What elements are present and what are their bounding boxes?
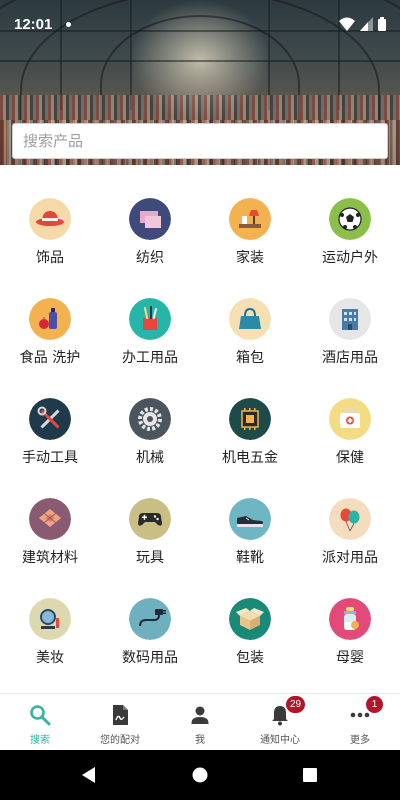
cell-signal-icon bbox=[360, 17, 373, 31]
category-toys[interactable]: 玩具 bbox=[100, 465, 200, 566]
category-label: 鞋靴 bbox=[236, 550, 264, 566]
category-building-materials[interactable]: 建筑材料 bbox=[0, 465, 100, 566]
home-circle-icon bbox=[192, 767, 208, 783]
category-label: 数码用品 bbox=[122, 650, 178, 666]
category-packaging[interactable]: 包装 bbox=[200, 565, 300, 666]
nav-me[interactable]: 我 bbox=[160, 694, 240, 750]
battery-icon bbox=[378, 17, 386, 31]
notification-count-badge: 29 bbox=[286, 696, 306, 713]
category-office-supplies[interactable]: 办工用品 bbox=[100, 265, 200, 366]
recents-square-icon bbox=[303, 768, 317, 782]
nav-search-label: 搜索 bbox=[30, 735, 50, 746]
category-label: 保健 bbox=[336, 450, 364, 466]
back-triangle-icon bbox=[82, 767, 95, 783]
bottom-navigation: 搜索 您的配对 我 29 通知中心 1 更多 bbox=[0, 693, 400, 750]
category-label: 办工用品 bbox=[122, 350, 178, 366]
category-label: 纺织 bbox=[136, 250, 164, 266]
category-label: 母婴 bbox=[336, 650, 364, 666]
notification-dot-icon bbox=[66, 22, 71, 27]
category-label: 包装 bbox=[236, 650, 264, 666]
mirror-icon bbox=[29, 598, 71, 640]
category-cosmetics[interactable]: 美妆 bbox=[0, 565, 100, 666]
home-button[interactable] bbox=[170, 750, 230, 800]
category-label: 建筑材料 bbox=[22, 550, 78, 566]
category-label: 玩具 bbox=[136, 550, 164, 566]
handbag-icon bbox=[229, 298, 271, 340]
gear-icon bbox=[129, 398, 171, 440]
category-label: 酒店用品 bbox=[322, 350, 378, 366]
status-time: 12:01 bbox=[14, 16, 53, 33]
home-decor-icon bbox=[229, 198, 271, 240]
system-navigation-bar bbox=[0, 750, 400, 800]
nav-more[interactable]: 1 更多 bbox=[320, 694, 400, 750]
hat-icon bbox=[29, 198, 71, 240]
nav-me-label: 我 bbox=[195, 735, 205, 746]
category-digital-products[interactable]: 数码用品 bbox=[100, 565, 200, 666]
balloons-icon bbox=[329, 498, 371, 540]
category-label: 家装 bbox=[236, 250, 264, 266]
wifi-icon bbox=[339, 17, 355, 31]
chip-icon bbox=[229, 398, 271, 440]
category-food-care[interactable]: 食品 洗护 bbox=[0, 265, 100, 366]
category-label: 手动工具 bbox=[22, 450, 78, 466]
back-button[interactable] bbox=[58, 750, 118, 800]
baby-bottle-icon bbox=[329, 598, 371, 640]
groceries-icon bbox=[29, 298, 71, 340]
category-mother-baby[interactable]: 母婴 bbox=[300, 565, 400, 666]
person-icon bbox=[191, 706, 209, 724]
category-home-decor[interactable]: 家装 bbox=[200, 165, 300, 266]
category-hotel-supplies[interactable]: 酒店用品 bbox=[300, 265, 400, 366]
nav-notification-center[interactable]: 29 通知中心 bbox=[240, 694, 320, 750]
category-label: 机械 bbox=[136, 450, 164, 466]
category-sports-outdoor[interactable]: 运动户外 bbox=[300, 165, 400, 266]
category-label: 饰品 bbox=[36, 250, 64, 266]
category-party-supplies[interactable]: 派对用品 bbox=[300, 465, 400, 566]
category-label: 运动户外 bbox=[322, 250, 378, 266]
category-label: 派对用品 bbox=[322, 550, 378, 566]
pen-holder-icon bbox=[129, 298, 171, 340]
nav-notification-center-label: 通知中心 bbox=[260, 735, 300, 746]
category-health[interactable]: 保健 bbox=[300, 365, 400, 466]
nav-your-matches-label: 您的配对 bbox=[100, 735, 140, 746]
nav-more-label: 更多 bbox=[350, 735, 370, 746]
category-grid: 饰品 纺织 家装 运动户外 食品 洗护 办工用品 箱包 酒店用品 手动工具 机械… bbox=[0, 165, 400, 693]
category-label: 美妆 bbox=[36, 650, 64, 666]
category-label: 箱包 bbox=[236, 350, 264, 366]
search-icon bbox=[30, 705, 51, 726]
document-icon bbox=[113, 705, 128, 725]
first-aid-kit-icon bbox=[329, 398, 371, 440]
search-input[interactable]: 搜索产品 bbox=[12, 123, 388, 159]
soccer-ball-icon bbox=[329, 198, 371, 240]
plug-icon bbox=[129, 598, 171, 640]
category-bags[interactable]: 箱包 bbox=[200, 265, 300, 366]
status-bar: 12:01 bbox=[0, 0, 400, 50]
tools-icon bbox=[29, 398, 71, 440]
app-screen: 12:01 搜索产品 饰品 纺织 家装 运动户外 食品 洗护 办工用品 箱包 酒… bbox=[0, 0, 400, 800]
hotel-building-icon bbox=[329, 298, 371, 340]
nav-search[interactable]: 搜索 bbox=[0, 694, 80, 750]
shoe-icon bbox=[229, 498, 271, 540]
category-footwear[interactable]: 鞋靴 bbox=[200, 465, 300, 566]
recents-button[interactable] bbox=[280, 750, 340, 800]
gamepad-icon bbox=[129, 498, 171, 540]
building-materials-icon bbox=[29, 498, 71, 540]
category-accessories[interactable]: 饰品 bbox=[0, 165, 100, 266]
category-machinery[interactable]: 机械 bbox=[100, 365, 200, 466]
category-hand-tools[interactable]: 手动工具 bbox=[0, 365, 100, 466]
box-icon bbox=[229, 598, 271, 640]
category-label: 机电五金 bbox=[222, 450, 278, 466]
nav-your-matches[interactable]: 您的配对 bbox=[80, 694, 160, 750]
category-label: 食品 洗护 bbox=[19, 350, 81, 366]
more-count-badge: 1 bbox=[366, 696, 383, 713]
category-electromechanical-hardware[interactable]: 机电五金 bbox=[200, 365, 300, 466]
category-textiles[interactable]: 纺织 bbox=[100, 165, 200, 266]
fabric-icon bbox=[129, 198, 171, 240]
